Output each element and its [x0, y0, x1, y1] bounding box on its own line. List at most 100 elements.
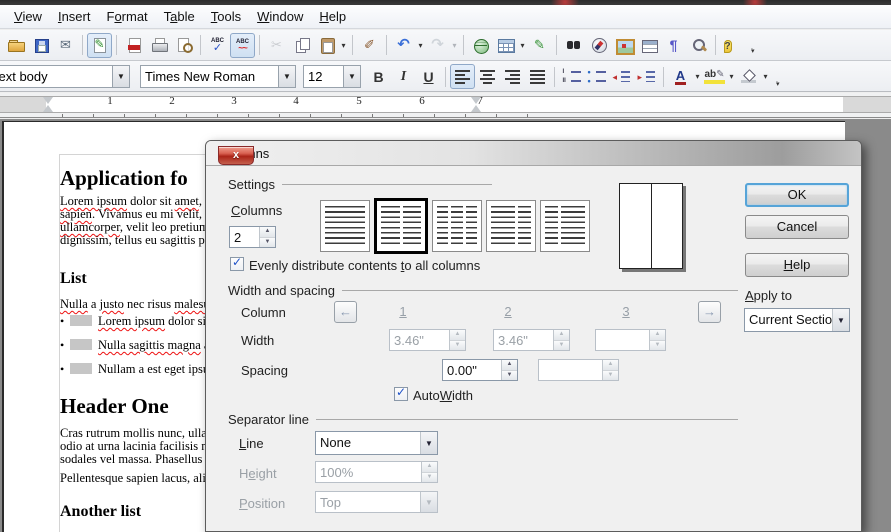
close-icon[interactable]: x: [218, 146, 254, 165]
align-left-button[interactable]: [450, 64, 475, 89]
apply-to-dropdown-arrow[interactable]: ▼: [832, 309, 849, 331]
print-button[interactable]: [146, 33, 171, 58]
ok-button[interactable]: OK: [745, 183, 849, 207]
bold-button[interactable]: B: [366, 64, 391, 89]
spin-down-icon[interactable]: ▼: [603, 371, 618, 381]
font-name-combo[interactable]: Times New Roman ▼: [140, 65, 296, 88]
height-spinner[interactable]: 100% ▲▼: [315, 461, 438, 483]
export-pdf-button[interactable]: [121, 33, 146, 58]
position-dropdown-arrow[interactable]: ▼: [420, 492, 437, 512]
background-color-button[interactable]: [736, 64, 761, 89]
columns-spinner-buttons[interactable]: ▲▼: [259, 227, 275, 247]
help-button[interactable]: Help: [745, 253, 849, 277]
justify-button[interactable]: [525, 64, 550, 89]
menu-tools[interactable]: Tools: [203, 6, 249, 27]
line-dropdown-arrow[interactable]: ▼: [420, 432, 437, 454]
undo-button[interactable]: ↶: [391, 33, 416, 58]
width-1-spinner-buttons[interactable]: ▲▼: [449, 330, 465, 350]
spacing-1-spinner[interactable]: 0.00" ▲▼: [442, 359, 518, 381]
formatbar-overflow-arrow[interactable]: .▾: [776, 79, 780, 87]
data-sources-button[interactable]: [636, 33, 661, 58]
right-indent-marker-bottom[interactable]: [471, 105, 481, 112]
gallery-button[interactable]: [611, 33, 636, 58]
height-spinner-buttons[interactable]: ▲▼: [421, 462, 437, 482]
spellcheck-button[interactable]: ABC✓: [205, 33, 230, 58]
paste-button[interactable]: [314, 33, 339, 58]
spin-up-icon[interactable]: ▲: [502, 360, 517, 371]
preset-right-wide[interactable]: [540, 200, 590, 252]
spin-down-icon[interactable]: ▼: [650, 341, 665, 351]
edit-file-button[interactable]: [87, 33, 112, 58]
spin-up-icon[interactable]: ▲: [603, 360, 618, 371]
indent-marker-top[interactable]: [43, 97, 53, 104]
size-dropdown-arrow[interactable]: ▼: [343, 66, 360, 87]
align-right-button[interactable]: [500, 64, 525, 89]
preset-one-column[interactable]: [320, 200, 370, 252]
ruler[interactable]: 1 2 3 4 5 6 7: [0, 93, 891, 118]
decrease-indent-button[interactable]: ◂: [609, 64, 634, 89]
spin-up-icon[interactable]: ▲: [450, 330, 465, 341]
cut-button[interactable]: ✂: [264, 33, 289, 58]
cancel-button[interactable]: Cancel: [745, 215, 849, 239]
style-dropdown-arrow[interactable]: ▼: [112, 66, 129, 87]
menu-insert[interactable]: Insert: [50, 6, 99, 27]
underline-button[interactable]: U: [416, 64, 441, 89]
width-3-spinner[interactable]: ▲▼: [595, 329, 666, 351]
undo-dropdown-arrow[interactable]: ▾: [416, 41, 425, 50]
spin-up-icon[interactable]: ▲: [554, 330, 569, 341]
preset-three-columns[interactable]: [432, 200, 482, 252]
menu-help[interactable]: Help: [311, 6, 354, 27]
auto-spellcheck-button[interactable]: ABC~~: [230, 33, 255, 58]
find-replace-button[interactable]: [561, 33, 586, 58]
email-button[interactable]: ✉: [53, 33, 78, 58]
spacing-1-spinner-buttons[interactable]: ▲▼: [501, 360, 517, 380]
column-prev-button[interactable]: ←: [334, 301, 357, 323]
width-2-spinner[interactable]: 3.46" ▲▼: [493, 329, 570, 351]
background-color-dropdown-arrow[interactable]: ▾: [761, 72, 770, 81]
toolbar-overflow-arrow[interactable]: .▾: [751, 46, 755, 54]
indent-marker-bottom[interactable]: [43, 105, 53, 112]
page-preview-button[interactable]: [171, 33, 196, 58]
columns-count-spinner[interactable]: 2 ▲▼: [229, 226, 276, 248]
autowidth-checkbox[interactable]: ✓: [394, 387, 408, 401]
position-dropdown[interactable]: Top ▼: [315, 491, 438, 513]
insert-table-button[interactable]: [493, 33, 518, 58]
font-size-combo[interactable]: 12 ▼: [303, 65, 361, 88]
open-button[interactable]: [3, 33, 28, 58]
dialog-titlebar[interactable]: Columns x: [206, 141, 861, 166]
spin-down-icon[interactable]: ▼: [450, 341, 465, 351]
redo-dropdown-arrow[interactable]: ▾: [450, 41, 459, 50]
distribute-checkbox[interactable]: ✓: [230, 257, 244, 271]
formatting-marks-button[interactable]: ¶: [661, 33, 686, 58]
font-color-button[interactable]: A: [668, 64, 693, 89]
zoom-button[interactable]: [686, 33, 711, 58]
spin-down-icon[interactable]: ▼: [260, 238, 275, 248]
draw-functions-button[interactable]: ✎: [527, 33, 552, 58]
hyperlink-button[interactable]: [468, 33, 493, 58]
menu-view[interactable]: View: [6, 6, 50, 27]
italic-button[interactable]: I: [391, 64, 416, 89]
width-3-spinner-buttons[interactable]: ▲▼: [649, 330, 665, 350]
paragraph-style-combo[interactable]: Text body ▼: [0, 65, 130, 88]
width-1-spinner[interactable]: 3.46" ▲▼: [389, 329, 466, 351]
spin-down-icon[interactable]: ▼: [422, 473, 437, 483]
spin-down-icon[interactable]: ▼: [554, 341, 569, 351]
spacing-2-spinner[interactable]: ▲▼: [538, 359, 619, 381]
table-dropdown-arrow[interactable]: ▾: [518, 41, 527, 50]
highlighting-dropdown-arrow[interactable]: ▾: [727, 72, 736, 81]
font-dropdown-arrow[interactable]: ▼: [278, 66, 295, 87]
align-center-button[interactable]: [475, 64, 500, 89]
column-next-button[interactable]: →: [698, 301, 721, 323]
right-indent-marker-top[interactable]: [471, 97, 481, 104]
navigator-button[interactable]: [586, 33, 611, 58]
preset-left-wide[interactable]: [486, 200, 536, 252]
highlighting-button[interactable]: ab✎: [702, 64, 727, 89]
line-style-dropdown[interactable]: None ▼: [315, 431, 438, 455]
apply-to-dropdown[interactable]: Current Section ▼: [744, 308, 850, 332]
preset-two-columns-selected[interactable]: [374, 198, 428, 254]
save-button[interactable]: [28, 33, 53, 58]
help-button[interactable]: ?: [720, 33, 745, 58]
bullet-list-button[interactable]: ••: [584, 64, 609, 89]
font-color-dropdown-arrow[interactable]: ▾: [693, 72, 702, 81]
spin-up-icon[interactable]: ▲: [260, 227, 275, 238]
